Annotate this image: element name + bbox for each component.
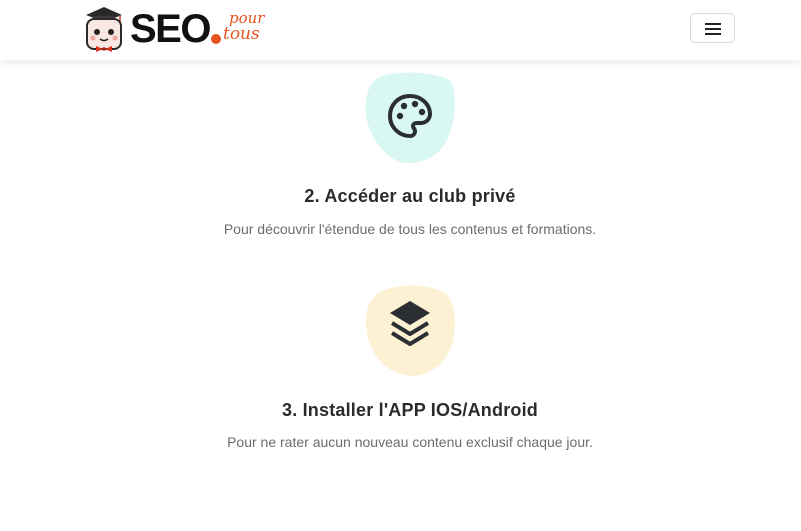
step-title: 2. Accéder au club privé bbox=[304, 186, 516, 206]
step-icon-blob bbox=[364, 72, 456, 164]
hamburger-menu-icon bbox=[705, 23, 721, 25]
palette-icon bbox=[388, 94, 432, 138]
step-title: 3. Installer l'APP IOS/Android bbox=[281, 400, 538, 420]
logo-dot bbox=[210, 34, 221, 44]
mascot-logo-icon bbox=[86, 7, 122, 52]
logo-script-text: pour tous bbox=[223, 7, 277, 47]
step-description: Pour ne rater aucun nouveau contenu excl… bbox=[227, 434, 593, 450]
logo-brand-text: SEO bbox=[130, 7, 211, 51]
logo-script-bottom: tous bbox=[222, 24, 260, 44]
step-icon-blob bbox=[365, 285, 457, 377]
step-description: Pour découvrir l'étendue de tous les con… bbox=[223, 221, 597, 237]
navbar: SEO pour tous bbox=[0, 0, 801, 60]
menu-toggle-button[interactable] bbox=[690, 13, 735, 43]
site-logo[interactable]: SEO pour tous bbox=[82, 4, 277, 54]
layers-icon bbox=[390, 301, 430, 346]
